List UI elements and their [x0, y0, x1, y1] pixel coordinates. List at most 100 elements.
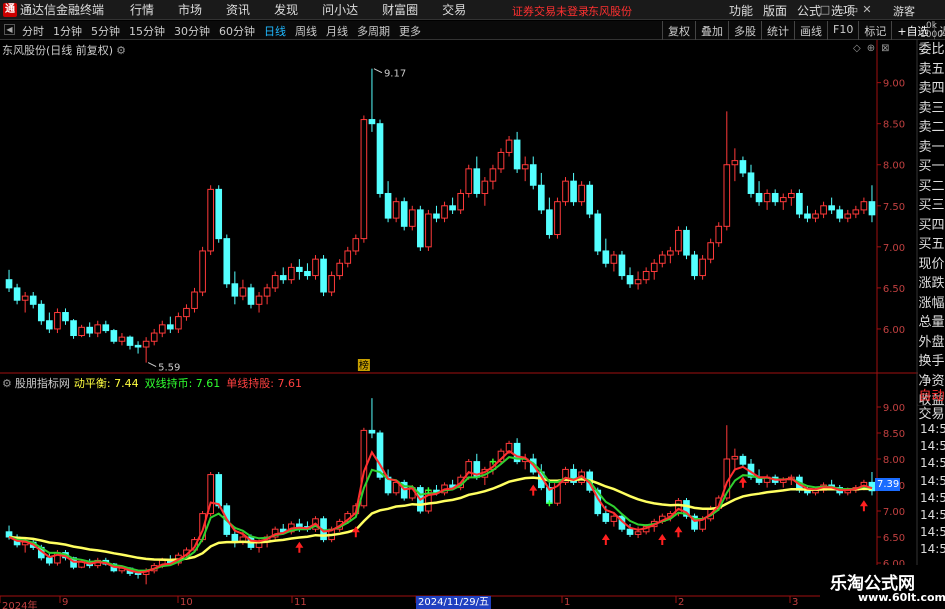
- side-tab-7[interactable]: 买二: [918, 177, 945, 197]
- candle-body-51: [417, 209, 424, 248]
- date-label-2: 10: [180, 597, 193, 608]
- candle-body-97: [787, 192, 795, 199]
- window-close-icon[interactable]: ⊠: [881, 43, 889, 54]
- candle-body-40: [328, 275, 335, 293]
- side-tab-8[interactable]: 买三: [918, 196, 945, 216]
- date-label-1: 9: [62, 597, 69, 608]
- candle-body-56: [457, 192, 464, 211]
- watermark-url: www.60lt.com: [858, 591, 945, 604]
- f10-button[interactable]: F10: [827, 21, 858, 40]
- maximize-icon[interactable]: ▭: [846, 3, 860, 16]
- main-chart-icons: ◇ ⊕ ⊠: [847, 43, 889, 54]
- collapse-left-icon[interactable]: ◀: [4, 24, 15, 35]
- candle-body-26: [215, 188, 223, 240]
- candle-body-17: [142, 340, 150, 348]
- menu-market[interactable]: 市场: [178, 1, 202, 18]
- side-tab-12[interactable]: 涨跌: [918, 274, 945, 294]
- statistics-button[interactable]: 统计: [761, 21, 794, 40]
- period-tabs: 分时 1分钟 5分钟 15分钟 30分钟 60分钟 日线 周线 月线 多周期 更…: [22, 23, 430, 39]
- overlay-button[interactable]: 叠加: [695, 21, 728, 40]
- chart-settings-icon[interactable]: ⚙: [116, 44, 126, 57]
- multi-stock-button[interactable]: 多股: [728, 21, 761, 40]
- menu-wealth[interactable]: 财富圈: [382, 1, 418, 18]
- candle-body-99: [804, 213, 811, 219]
- candle-body-70: [570, 180, 577, 203]
- candle-body-94: [763, 192, 771, 203]
- kline-chart[interactable]: 9.17 5.59 榜 9.00 8.50 8.00 7.50 7.00 6.50 6.00 9.…: [0, 40, 945, 609]
- notice-stock-name: 东风股份: [588, 5, 632, 18]
- side-tab-9[interactable]: 买四: [918, 216, 945, 236]
- candle-body-103: [836, 209, 844, 219]
- indicator-settings-icon[interactable]: ⚙: [2, 377, 12, 390]
- guest-label[interactable]: 游客: [893, 3, 915, 19]
- trade-times: 14:56 14:56 14:56 14:56 14:56 14:56 14:56 14:56: [920, 421, 945, 559]
- minimize-icon[interactable]: —: [832, 3, 846, 16]
- tab-1min[interactable]: 1分钟: [53, 23, 82, 39]
- side-tab-5[interactable]: 卖一: [918, 138, 945, 158]
- trade-label[interactable]: 交易: [918, 403, 945, 422]
- tab-60min[interactable]: 60分钟: [219, 23, 255, 39]
- tab-daily[interactable]: 日线: [264, 23, 286, 39]
- candle-body-72: [586, 184, 594, 215]
- candle-body-21: [175, 316, 182, 330]
- side-tab-4[interactable]: 卖二: [918, 118, 945, 138]
- side-tab-14[interactable]: 总量: [918, 313, 945, 333]
- tab-30min[interactable]: 30分钟: [174, 23, 210, 39]
- adjust-button[interactable]: 复权: [662, 21, 695, 40]
- candle-body-65: [529, 164, 537, 186]
- candle-body-55: [449, 205, 456, 211]
- high-label: 9.17: [384, 69, 406, 80]
- menu-quotes[interactable]: 行情: [130, 1, 154, 18]
- restore-icon[interactable]: □: [818, 3, 832, 16]
- menu-ask[interactable]: 问小达: [322, 1, 358, 18]
- tab-multi-period[interactable]: 多周期: [357, 23, 390, 39]
- event-marker-text: 榜: [359, 359, 369, 372]
- side-tab-15[interactable]: 外盘: [918, 333, 945, 353]
- candle-body-59: [481, 180, 489, 194]
- mark-button[interactable]: 标记: [858, 21, 891, 40]
- side-tab-10[interactable]: 买五: [918, 235, 945, 255]
- candle-body-86: [699, 258, 706, 277]
- chart-tools: 复权 叠加 多股 统计 画线 F10 标记 +自选 返回: [662, 21, 945, 40]
- login-notice[interactable]: 证券交易未登录: [512, 3, 589, 19]
- trade-time-0: 14:56: [920, 422, 945, 436]
- side-tab-1[interactable]: 卖五: [918, 60, 945, 80]
- candle-body-30: [247, 287, 255, 305]
- diamond-icon[interactable]: ◇: [853, 43, 861, 54]
- side-tab-6[interactable]: 买一: [918, 157, 945, 177]
- side-tab-11[interactable]: 现价: [918, 255, 945, 275]
- close-icon[interactable]: ✕: [860, 3, 874, 16]
- side-tab-13[interactable]: 涨幅: [918, 294, 945, 314]
- tab-weekly[interactable]: 周线: [295, 23, 317, 39]
- tab-timeshare[interactable]: 分时: [22, 23, 44, 39]
- main-tick-label-4: 7.00: [883, 243, 905, 254]
- stock-period-label: 东风股份(日线 前复权): [2, 44, 114, 57]
- tab-more[interactable]: 更多: [399, 23, 421, 39]
- candle-body-81: [658, 254, 666, 264]
- candle-body-9: [78, 326, 85, 337]
- menu-discover[interactable]: 发现: [274, 1, 298, 18]
- menu-news[interactable]: 资讯: [226, 1, 250, 18]
- indicator-name[interactable]: 股朋指标网: [15, 377, 70, 390]
- trade-time-7: 14:56: [920, 542, 945, 557]
- double-line-value: 双线持币: 7.61: [144, 377, 221, 390]
- candle-body-10: [86, 326, 94, 334]
- menu-function[interactable]: 功能: [729, 2, 753, 19]
- tab-monthly[interactable]: 月线: [326, 23, 348, 39]
- side-tab-0[interactable]: 委比: [918, 40, 945, 60]
- side-tab-16[interactable]: 换手: [918, 352, 945, 372]
- side-tab-2[interactable]: 卖四: [918, 79, 945, 99]
- candle-body-27: [223, 238, 231, 285]
- side-tab-3[interactable]: 卖三: [918, 99, 945, 119]
- date-label-7: 3: [792, 597, 799, 608]
- auto-trade-label[interactable]: 自动: [918, 385, 945, 404]
- candle-body-15: [126, 336, 134, 346]
- menu-trade[interactable]: 交易: [442, 1, 466, 18]
- draw-line-button[interactable]: 画线: [794, 21, 827, 40]
- candle-body-60: [489, 168, 497, 182]
- tab-15min[interactable]: 15分钟: [129, 23, 165, 39]
- menu-layout[interactable]: 版面: [763, 2, 787, 19]
- zoom-plus-icon[interactable]: ⊕: [867, 43, 875, 54]
- tab-5min[interactable]: 5分钟: [91, 23, 120, 39]
- candle-body-23: [191, 291, 198, 309]
